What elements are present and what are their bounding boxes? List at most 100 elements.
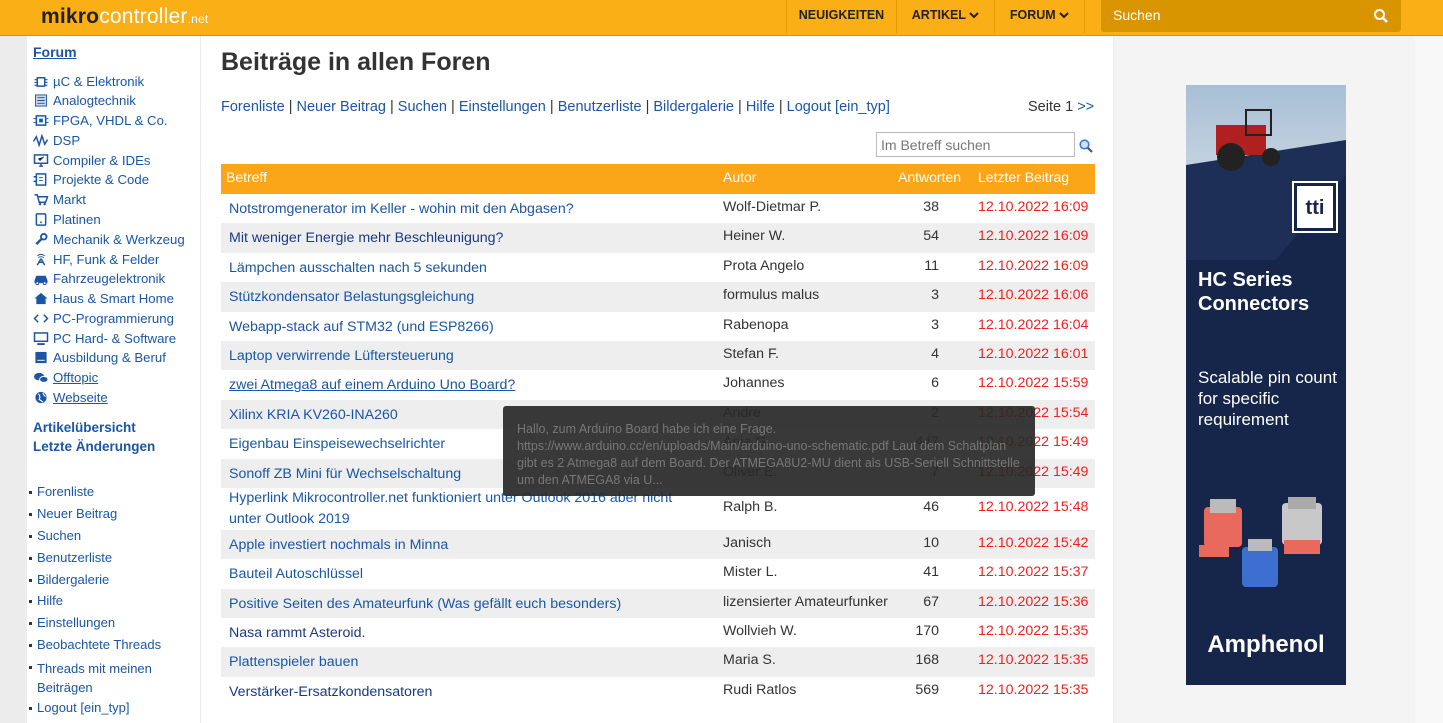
thread-last-post[interactable]: 12.10.2022 15:59 xyxy=(978,375,1088,391)
sidebar-link[interactable]: Forenliste xyxy=(28,484,94,499)
sidebar-link[interactable]: Threads mit meinen Beiträgen xyxy=(29,659,167,697)
sidebar-link[interactable]: Einstellungen xyxy=(28,615,115,630)
sidebar-item-project[interactable]: Projekte & Code xyxy=(33,172,149,187)
forum-link[interactable]: Bildergalerie xyxy=(653,99,734,115)
thread-subject-link[interactable]: Nasa rammt Asteroid. xyxy=(229,623,699,644)
col-replies[interactable]: Antworten xyxy=(898,169,961,185)
sidebar-item-analog[interactable]: Analogtechnik xyxy=(33,93,136,108)
thread-subject-link[interactable]: Plattenspieler bauen xyxy=(229,652,699,673)
table-row: Apple investiert nochmals in Minna Janisc… xyxy=(221,529,1095,560)
sidebar-link[interactable]: Beobachtete Threads xyxy=(28,637,161,652)
sidebar-item-home[interactable]: Haus & Smart Home xyxy=(33,291,174,306)
thread-last-post[interactable]: 12.10.2022 15:36 xyxy=(978,594,1088,610)
sidebar-item-antenna[interactable]: HF, Funk & Felder xyxy=(33,252,159,267)
forum-link[interactable]: Forenliste xyxy=(221,99,285,115)
thread-subject-link[interactable]: Webapp-stack auf STM32 (und ESP8266) xyxy=(229,317,699,338)
sidebar-link[interactable]: Benutzerliste xyxy=(28,550,112,565)
thread-author[interactable]: Janisch xyxy=(723,535,891,551)
col-last-post[interactable]: Letzter Beitrag xyxy=(978,169,1069,185)
sidebar-link[interactable]: Bildergalerie xyxy=(28,572,109,587)
sidebar-item-car[interactable]: Fahrzeugelektronik xyxy=(33,271,165,286)
col-subject[interactable]: Betreff xyxy=(226,169,267,185)
thread-author[interactable]: Stefan F. xyxy=(723,346,891,362)
subject-filter-input[interactable] xyxy=(876,132,1075,157)
thread-last-post[interactable]: 12.10.2022 16:09 xyxy=(978,258,1088,274)
thread-last-post[interactable]: 12.10.2022 16:09 xyxy=(978,199,1088,215)
sidebar-item-fpga[interactable]: FPGA, VHDL & Co. xyxy=(33,113,168,128)
scrollbar[interactable] xyxy=(1415,36,1443,723)
thread-author[interactable]: Mister L. xyxy=(723,564,891,580)
thread-last-post[interactable]: 12.10.2022 15:48 xyxy=(978,499,1088,515)
thread-subject-link[interactable]: Positive Seiten des Amateurfunk (Was gef… xyxy=(229,594,699,615)
search-input[interactable] xyxy=(1101,0,1361,30)
thread-subject-link[interactable]: Bauteil Autoschlüssel xyxy=(229,564,699,585)
thread-replies: 170 xyxy=(915,623,939,640)
sidebar-item-label: PC Hard- & Software xyxy=(53,331,177,346)
sidebar-item-wave[interactable]: DSP xyxy=(33,133,80,148)
thread-author[interactable]: Ralph B. xyxy=(723,499,891,515)
nav-articles[interactable]: ARTIKEL xyxy=(896,0,994,33)
thread-last-post[interactable]: 12.10.2022 15:35 xyxy=(978,623,1088,639)
thread-author[interactable]: Wollvieh W. xyxy=(723,623,891,639)
thread-author[interactable]: Prota Angelo xyxy=(723,258,891,274)
monitor-icon xyxy=(33,154,49,167)
thread-last-post[interactable]: 12.10.2022 16:01 xyxy=(978,346,1088,362)
thread-last-post[interactable]: 12.10.2022 16:09 xyxy=(978,228,1088,244)
sidebar-item-chip[interactable]: µC & Elektronik xyxy=(33,74,144,89)
sidebar-link[interactable]: Suchen xyxy=(28,528,81,543)
thread-last-post[interactable]: 12.10.2022 16:04 xyxy=(978,317,1088,333)
search-icon[interactable] xyxy=(1078,138,1094,154)
sidebar-link[interactable]: Neuer Beitrag xyxy=(28,506,117,521)
forum-link[interactable]: Einstellungen xyxy=(459,99,546,115)
sidebar-item-wrench[interactable]: Mechanik & Werkzeug xyxy=(33,232,185,247)
sidebar-link[interactable]: Logout [ein_typ] xyxy=(29,700,130,715)
sidebar-item-monitor[interactable]: Compiler & IDEs xyxy=(33,153,150,168)
thread-subject-link[interactable]: zwei Atmega8 auf einem Arduino Uno Board… xyxy=(229,375,699,396)
sidebar-item-code[interactable]: PC-Programmierung xyxy=(33,311,174,326)
thread-author[interactable]: lizensierter Amateurfunker xyxy=(723,594,891,610)
forum-link[interactable]: Benutzerliste xyxy=(558,99,642,115)
sidebar-link[interactable]: Hilfe xyxy=(28,593,63,608)
ad-banner[interactable]: tti HC Series Connectors Scalable pin co… xyxy=(1186,85,1346,685)
table-row: Plattenspieler bauen Maria S. 168 12.10.202… xyxy=(221,647,1095,677)
next-page-link[interactable]: >> xyxy=(1077,99,1094,115)
thread-subject-link[interactable]: Notstromgenerator im Keller - wohin mit … xyxy=(229,199,699,220)
thread-subject-link[interactable]: Mit weniger Energie mehr Beschleunigung? xyxy=(229,228,699,249)
sidebar-item-cart[interactable]: Markt xyxy=(33,192,86,207)
thread-last-post[interactable]: 12.10.2022 15:35 xyxy=(978,652,1088,668)
thread-author[interactable]: formulus malus xyxy=(723,287,891,303)
sidebar-item-chat[interactable]: Offtopic xyxy=(33,370,98,385)
thread-subject-link[interactable]: Lämpchen ausschalten nach 5 sekunden xyxy=(229,258,699,279)
nav-forum[interactable]: FORUM xyxy=(994,0,1085,33)
col-author[interactable]: Autor xyxy=(723,169,756,185)
thread-author[interactable]: Rabenopa xyxy=(723,317,891,333)
thread-author[interactable]: Rudi Ratlos xyxy=(723,682,891,698)
thread-last-post[interactable]: 12.10.2022 15:37 xyxy=(978,564,1088,580)
thread-last-post[interactable]: 12.10.2022 15:42 xyxy=(978,535,1088,551)
sidebar-item-book[interactable]: Ausbildung & Beruf xyxy=(33,350,166,365)
thread-subject-link[interactable]: Apple investiert nochmals in Minna xyxy=(229,535,699,556)
sidebar-item-pc[interactable]: PC Hard- & Software xyxy=(33,331,176,346)
forum-link[interactable]: Hilfe xyxy=(746,99,775,115)
site-logo[interactable]: mikrocontroller.net xyxy=(41,5,208,29)
thread-last-post[interactable]: 12.10.2022 16:06 xyxy=(978,287,1088,303)
nav-news[interactable]: NEUIGKEITEN xyxy=(786,0,896,33)
thread-author[interactable]: Wolf-Dietmar P. xyxy=(723,199,891,215)
thread-last-post[interactable]: 12.10.2022 15:35 xyxy=(978,682,1088,698)
sidebar-heading-forum[interactable]: Forum xyxy=(33,44,77,60)
forum-link[interactable]: Logout [ein_typ] xyxy=(787,99,890,115)
search-icon[interactable] xyxy=(1373,8,1389,24)
thread-author[interactable]: Heiner W. xyxy=(723,228,891,244)
recent-changes-link[interactable]: Letzte Änderungen xyxy=(33,439,155,454)
forum-link[interactable]: Suchen xyxy=(398,99,447,115)
sidebar-item-globe[interactable]: Webseite xyxy=(33,390,108,405)
thread-subject-link[interactable]: Laptop verwirrende Lüftersteuerung xyxy=(229,346,699,367)
article-overview-link[interactable]: Artikelübersicht xyxy=(33,420,136,435)
thread-subject-link[interactable]: Stützkondensator Belastungsgleichung xyxy=(229,287,699,308)
thread-author[interactable]: Johannes xyxy=(723,375,891,391)
ad-headline: HC Series Connectors xyxy=(1198,269,1310,315)
sidebar-item-board[interactable]: Platinen xyxy=(33,212,101,227)
thread-author[interactable]: Maria S. xyxy=(723,652,891,668)
forum-link[interactable]: Neuer Beitrag xyxy=(297,99,386,115)
thread-subject-link[interactable]: Verstärker-Ersatzkondensatoren xyxy=(229,682,699,703)
